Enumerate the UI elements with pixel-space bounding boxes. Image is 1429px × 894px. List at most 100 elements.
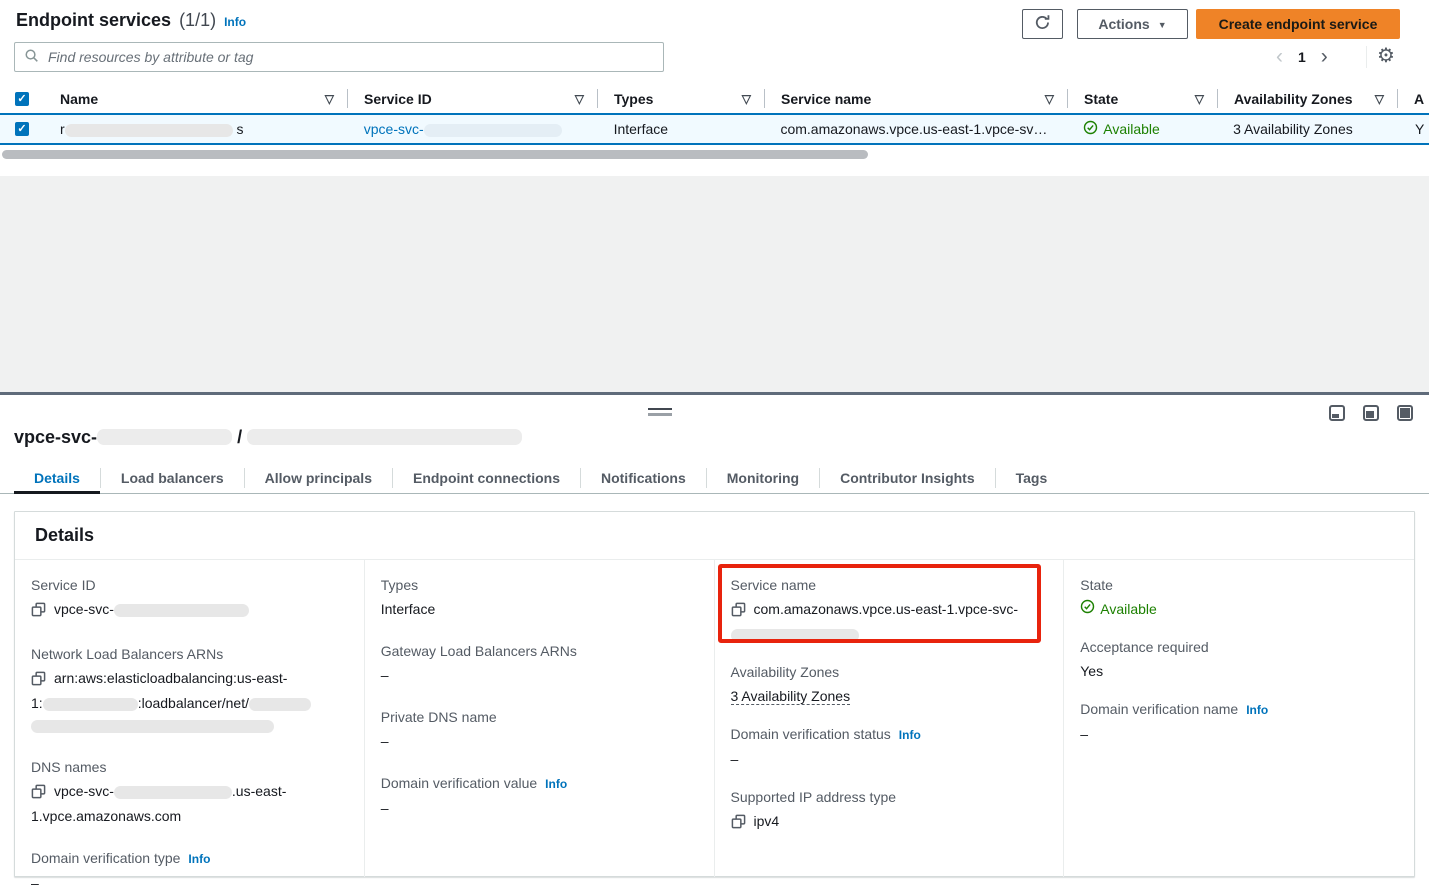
copy-icon[interactable] [731, 813, 746, 835]
field-state: State Available [1080, 576, 1394, 620]
field-value: Yes [1080, 660, 1394, 682]
page-header: Endpoint services (1/1) Info [16, 10, 246, 31]
tab-contributor-insights[interactable]: Contributor Insights [820, 463, 995, 493]
sort-icon[interactable]: ▽ [1187, 92, 1204, 106]
select-all-checkbox[interactable]: ✓ [15, 92, 29, 106]
refresh-button[interactable] [1022, 9, 1063, 39]
tab-tags[interactable]: Tags [996, 463, 1068, 493]
select-all-cell: ✓ [0, 84, 44, 113]
field-dns-names: DNS names vpce-svc-.us-east- 1.vpce.amaz… [31, 758, 344, 827]
sort-icon[interactable]: ▽ [1037, 92, 1054, 106]
nlb-arn-line2-prefix: 1: [31, 695, 43, 711]
details-card-body: Service ID vpce-svc- Network Load Balanc… [15, 560, 1414, 877]
domain-verification-status-info-link[interactable]: Info [899, 726, 921, 744]
field-label: Types [381, 576, 694, 594]
field-types: Types Interface [381, 576, 694, 620]
tab-notifications[interactable]: Notifications [581, 463, 706, 493]
tab-allow-principals[interactable]: Allow principals [245, 463, 392, 493]
field-glb-arns: Gateway Load Balancers ARNs – [381, 642, 694, 686]
state-label: Available [1103, 121, 1160, 137]
field-value: – [1080, 723, 1394, 745]
state-badge: Available [1080, 598, 1157, 620]
pagination-divider [1366, 46, 1367, 68]
row-checkbox[interactable]: ✓ [15, 122, 29, 136]
field-label: Domain verification name [1080, 700, 1238, 718]
sort-icon[interactable]: ▽ [1367, 92, 1384, 106]
sort-icon[interactable]: ▽ [567, 92, 584, 106]
redacted-text [43, 698, 138, 711]
field-label: Acceptance required [1080, 638, 1394, 656]
availability-zones-popover-link[interactable]: 3 Availability Zones [1233, 121, 1353, 137]
service-id-link[interactable]: vpce-svc- [364, 121, 562, 137]
supported-ip-value: ipv4 [754, 813, 780, 829]
service-id-prefix: vpce-svc- [364, 121, 424, 137]
tab-label: Monitoring [727, 470, 799, 486]
column-header-acceptance-truncated[interactable]: A [1398, 84, 1429, 113]
domain-verification-name-info-link[interactable]: Info [1246, 701, 1268, 719]
field-domain-verification-type: Domain verification type Info – [31, 849, 344, 894]
domain-verification-type-info-link[interactable]: Info [188, 850, 210, 868]
details-column-2: Types Interface Gateway Load Balancers A… [365, 560, 715, 877]
tab-details[interactable]: Details [14, 463, 100, 493]
field-domain-verification-value: Domain verification value Info – [381, 774, 694, 819]
panel-size-large-icon[interactable] [1397, 405, 1413, 421]
gear-icon[interactable]: ⚙ [1377, 43, 1395, 68]
copy-icon[interactable] [731, 601, 746, 623]
tab-load-balancers[interactable]: Load balancers [101, 463, 244, 493]
sort-icon[interactable]: ▽ [734, 92, 751, 106]
actions-button-label: Actions [1098, 16, 1149, 32]
redacted-text [114, 786, 232, 799]
split-panel-title: vpce-svc- / [14, 427, 522, 448]
name-prefix: r [60, 121, 65, 137]
copy-icon[interactable] [31, 601, 46, 623]
column-header-types[interactable]: Types ▽ [598, 84, 765, 113]
tab-monitoring[interactable]: Monitoring [707, 463, 819, 493]
column-header-name[interactable]: Name ▽ [44, 84, 348, 113]
horizontal-scrollbar[interactable] [2, 150, 868, 159]
field-label: DNS names [31, 758, 344, 776]
split-panel-drag-handle[interactable] [648, 408, 672, 416]
caret-down-icon: ▼ [1158, 20, 1167, 30]
column-header-service-name[interactable]: Service name ▽ [765, 84, 1068, 113]
column-label: Service name [781, 91, 871, 107]
search-input[interactable] [46, 48, 654, 66]
tab-label: Allow principals [265, 470, 372, 486]
actions-button[interactable]: Actions ▼ [1077, 9, 1188, 39]
cell-state: Available [1067, 120, 1217, 138]
column-label: Availability Zones [1234, 91, 1353, 107]
create-endpoint-service-button[interactable]: Create endpoint service [1196, 9, 1400, 39]
cell-availability-zones: 3 Availability Zones [1217, 121, 1397, 137]
redacted-text [424, 124, 562, 137]
field-value: – [731, 748, 1044, 770]
sort-icon[interactable]: ▽ [317, 92, 334, 106]
field-value: – [31, 872, 344, 894]
field-label: Availability Zones [731, 663, 1044, 681]
copy-icon[interactable] [31, 783, 46, 805]
field-label: Service ID [31, 576, 344, 594]
pagination-current-page[interactable]: 1 [1298, 49, 1306, 65]
field-value: – [381, 797, 694, 819]
panel-title-separator: / [237, 427, 242, 447]
panel-size-small-icon[interactable] [1329, 405, 1345, 421]
table-row[interactable]: ✓ r s vpce-svc- Interface com.amazonaws.… [0, 113, 1429, 145]
pagination-prev-icon[interactable]: ‹ [1276, 47, 1283, 67]
name-suffix: s [237, 121, 244, 137]
domain-verification-value-info-link[interactable]: Info [545, 775, 567, 793]
field-label: State [1080, 576, 1394, 594]
tab-endpoint-connections[interactable]: Endpoint connections [393, 463, 580, 493]
panel-size-medium-icon[interactable] [1363, 405, 1379, 421]
field-label: Gateway Load Balancers ARNs [381, 642, 694, 660]
field-label: Private DNS name [381, 708, 694, 726]
details-column-4: State Available Acceptance required Yes [1064, 560, 1414, 877]
pagination: ‹ 1 › [1276, 44, 1328, 70]
column-header-availability-zones[interactable]: Availability Zones ▽ [1218, 84, 1398, 113]
field-service-name: Service name com.amazonaws.vpce.us-east-… [731, 576, 1044, 645]
availability-zones-popover-link[interactable]: 3 Availability Zones [731, 688, 851, 705]
copy-icon[interactable] [31, 670, 46, 692]
page-info-link[interactable]: Info [224, 15, 246, 29]
column-header-service-id[interactable]: Service ID ▽ [348, 84, 598, 113]
pagination-next-icon[interactable]: › [1321, 47, 1328, 67]
field-acceptance-required: Acceptance required Yes [1080, 638, 1394, 682]
column-header-state[interactable]: State ▽ [1068, 84, 1218, 113]
service-name-line1: com.amazonaws.vpce.us-east-1.vpce-svc- [754, 601, 1019, 617]
